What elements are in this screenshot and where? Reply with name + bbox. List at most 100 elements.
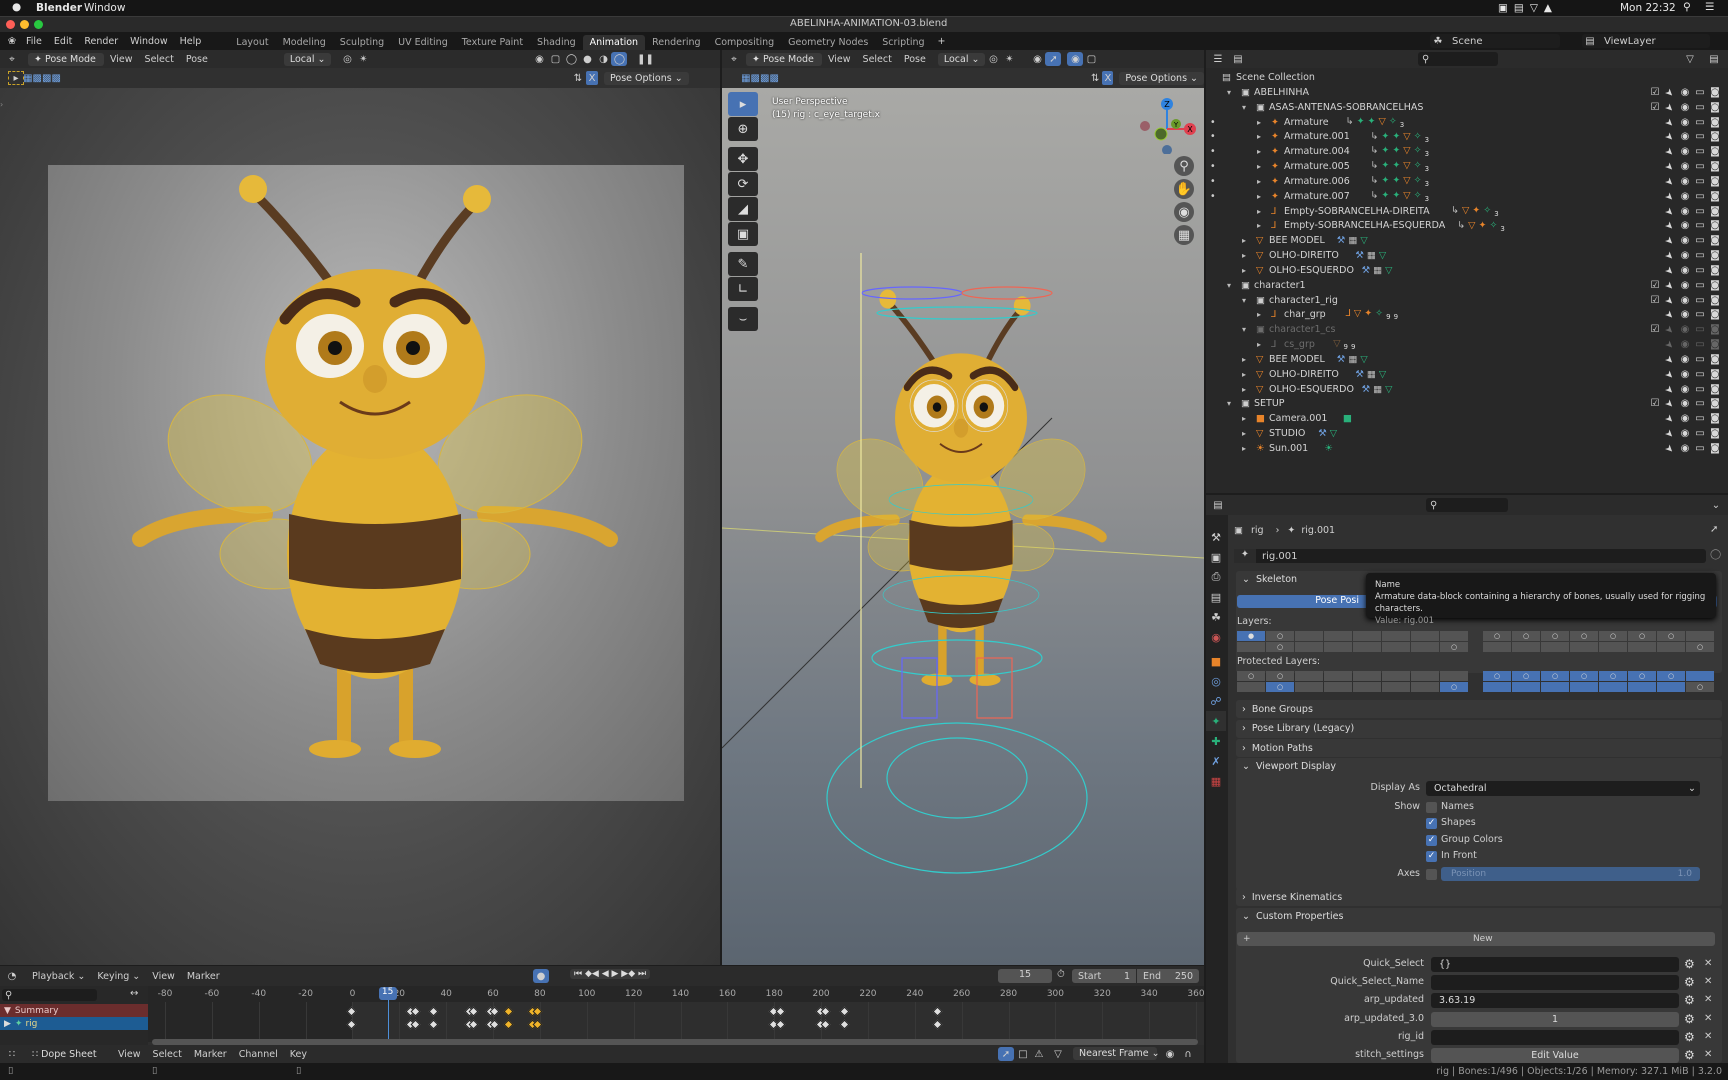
modifier-icon[interactable]: ⚒ — [1362, 384, 1374, 395]
outliner-row[interactable]: • ▸ ✦ Armature.001 ↳✦✦▽✧3 ➤ ◉ ▭ ◙ — [1206, 129, 1728, 144]
exclude-checkbox[interactable]: ☑ — [1649, 280, 1661, 291]
disclosure-triangle-icon[interactable]: ▸ — [1257, 177, 1261, 186]
editor-type-icon[interactable]: ⌖ — [4, 52, 20, 66]
gear-icon[interactable]: ⚙ — [1684, 1048, 1695, 1062]
tab-rendering[interactable]: Rendering — [645, 35, 708, 50]
viewport-disable-icon[interactable]: ▭ — [1694, 413, 1706, 424]
layer-toggle[interactable] — [1353, 642, 1381, 652]
outliner-row[interactable]: ▸ ▽ BEE MODEL ⚒▦▽ ➤ ◉ ▭ ◙ — [1206, 352, 1728, 367]
keyframe[interactable] — [932, 1006, 943, 1017]
bone-icon[interactable]: ✧ — [1414, 160, 1425, 171]
layer-toggle[interactable] — [1411, 642, 1439, 652]
pose-icon[interactable]: ✦ — [1381, 160, 1392, 171]
bone-tab-icon[interactable]: ✚ — [1206, 731, 1226, 751]
viewport-disable-icon[interactable]: ▭ — [1694, 428, 1706, 439]
layer-toggle[interactable]: ○ — [1657, 671, 1685, 681]
bone-icon[interactable]: ✧ — [1414, 131, 1425, 142]
outliner-row[interactable]: ▸ ▽ STUDIO ⚒▽ ➤ ◉ ▭ ◙ — [1206, 426, 1728, 441]
viewport-disable-icon[interactable]: ▭ — [1694, 117, 1706, 128]
display-mode-icon[interactable]: ▤ — [1230, 52, 1246, 66]
constraint-icon[interactable]: ↳ — [1370, 145, 1381, 156]
keyframe[interactable] — [775, 1019, 786, 1030]
sync-channels-icon[interactable]: ↔ — [130, 988, 138, 999]
material-icon[interactable]: ▦ — [1367, 250, 1379, 261]
visibility-eye-icon[interactable]: ◉ — [1679, 117, 1691, 128]
start-frame-field[interactable]: Start 1 — [1072, 969, 1136, 983]
visibility-eye-icon[interactable]: ◉ — [1679, 413, 1691, 424]
bone-icon[interactable]: ✧ — [1414, 145, 1425, 156]
layer-toggle[interactable] — [1237, 642, 1265, 652]
layer-toggle[interactable]: ○ — [1599, 671, 1627, 681]
xray-icon[interactable]: ▢ — [547, 52, 563, 66]
layer-toggle[interactable] — [1295, 631, 1323, 641]
show-names-checkbox[interactable] — [1426, 802, 1437, 813]
viewport-display-title[interactable]: Viewport Display — [1256, 761, 1336, 772]
visibility-eye-icon[interactable]: ◉ — [1679, 131, 1691, 142]
layer-toggle[interactable]: ○ — [1266, 631, 1294, 641]
shading-solid-icon[interactable]: ● — [579, 52, 595, 66]
jump-end-icon[interactable]: ⏭ — [638, 969, 646, 979]
mesh-icon[interactable]: ▽ — [1333, 338, 1343, 349]
selectable-toggle-icon[interactable]: ➤ — [1662, 188, 1678, 204]
menu-pose[interactable]: Pose — [180, 54, 214, 65]
outliner-search-input[interactable]: ⚲ — [1418, 52, 1498, 66]
prev-keyframe-icon[interactable]: ◆◀ — [585, 969, 599, 979]
only-errors-icon[interactable]: ⚠ — [1031, 1047, 1047, 1061]
disclosure-triangle-icon[interactable]: ▸ — [1257, 340, 1261, 349]
layer-toggle[interactable]: ○ — [1483, 671, 1511, 681]
channel-rig[interactable]: ▶ ✦ rig — [0, 1017, 148, 1030]
render-disable-icon[interactable]: ◙ — [1709, 117, 1721, 128]
layer-toggle[interactable]: ○ — [1541, 671, 1569, 681]
outliner-row[interactable]: • ▸ ✦ Armature.007 ↳✦✦▽✧3 ➤ ◉ ▭ ◙ — [1206, 189, 1728, 204]
viewport-disable-icon[interactable]: ▭ — [1694, 324, 1706, 335]
viewport-disable-icon[interactable]: ▭ — [1694, 131, 1706, 142]
layer-toggle[interactable] — [1599, 642, 1627, 652]
layer-toggle[interactable] — [1657, 682, 1685, 692]
render-disable-icon[interactable]: ◙ — [1709, 354, 1721, 365]
layer-toggle[interactable] — [1512, 682, 1540, 692]
viewport-disable-icon[interactable]: ▭ — [1694, 102, 1706, 113]
disclosure-triangle-icon[interactable]: ▾ — [1242, 325, 1246, 334]
overlay-toggle-icon[interactable]: ◉ — [1067, 52, 1084, 66]
layer-toggle[interactable]: ○ — [1266, 671, 1294, 681]
selectable-toggle-icon[interactable]: ➤ — [1662, 84, 1678, 100]
render-disable-icon[interactable]: ◙ — [1709, 191, 1721, 202]
bone-icon[interactable]: ✧ — [1414, 175, 1425, 186]
keyframe[interactable] — [839, 1006, 849, 1017]
texture-tab-icon[interactable]: ▦ — [1206, 771, 1226, 791]
tab-modeling[interactable]: Modeling — [276, 35, 333, 50]
tab-scripting[interactable]: Scripting — [875, 35, 931, 50]
filter-icon[interactable]: ▽ — [1682, 52, 1698, 66]
pivot-icon[interactable]: ◎ — [985, 52, 1001, 66]
disclosure-triangle-icon[interactable]: ▸ — [1257, 147, 1261, 156]
layer-toggle[interactable] — [1382, 671, 1410, 681]
pin-icon[interactable]: ➚ — [1710, 524, 1718, 535]
mesh-icon[interactable]: ▽ — [1354, 308, 1364, 319]
proportional-edit-icon[interactable]: ◉ — [1162, 1047, 1178, 1061]
render-disable-icon[interactable]: ◙ — [1709, 339, 1721, 350]
tab-uv-editing[interactable]: UV Editing — [391, 35, 455, 50]
remove-property-icon[interactable]: ✕ — [1704, 1031, 1712, 1042]
tab-compositing[interactable]: Compositing — [708, 35, 782, 50]
menu-keying[interactable]: Keying ⌄ — [91, 971, 146, 982]
menu-window[interactable]: Window — [124, 36, 173, 47]
play-reverse-icon[interactable]: ◀ — [602, 969, 609, 979]
preview-range-icon[interactable]: ⏱ — [1057, 969, 1065, 980]
keyframe[interactable] — [503, 1019, 514, 1030]
exclude-checkbox[interactable]: ☑ — [1649, 87, 1661, 98]
render-disable-icon[interactable]: ◙ — [1709, 369, 1721, 380]
left-toolbar-toggle[interactable]: › — [0, 100, 4, 110]
render-disable-icon[interactable]: ◙ — [1709, 384, 1721, 395]
layer-toggle[interactable]: ● — [1237, 631, 1265, 641]
render-disable-icon[interactable]: ◙ — [1709, 309, 1721, 320]
gear-icon[interactable]: ⚙ — [1684, 975, 1695, 989]
custom-prop-value[interactable]: Edit Value — [1431, 1048, 1679, 1063]
render-disable-icon[interactable]: ◙ — [1709, 220, 1721, 231]
meshdata-icon[interactable]: ▽ — [1379, 369, 1389, 380]
menu-help[interactable]: Help — [174, 36, 208, 47]
constraints-tab-icon[interactable]: ☍ — [1206, 691, 1226, 711]
mesh-icon[interactable]: ▽ — [1403, 145, 1413, 156]
selectable-toggle-icon[interactable]: ➤ — [1662, 336, 1678, 352]
minimize-window-button[interactable] — [20, 20, 29, 29]
menu-key[interactable]: Key — [284, 1049, 313, 1060]
